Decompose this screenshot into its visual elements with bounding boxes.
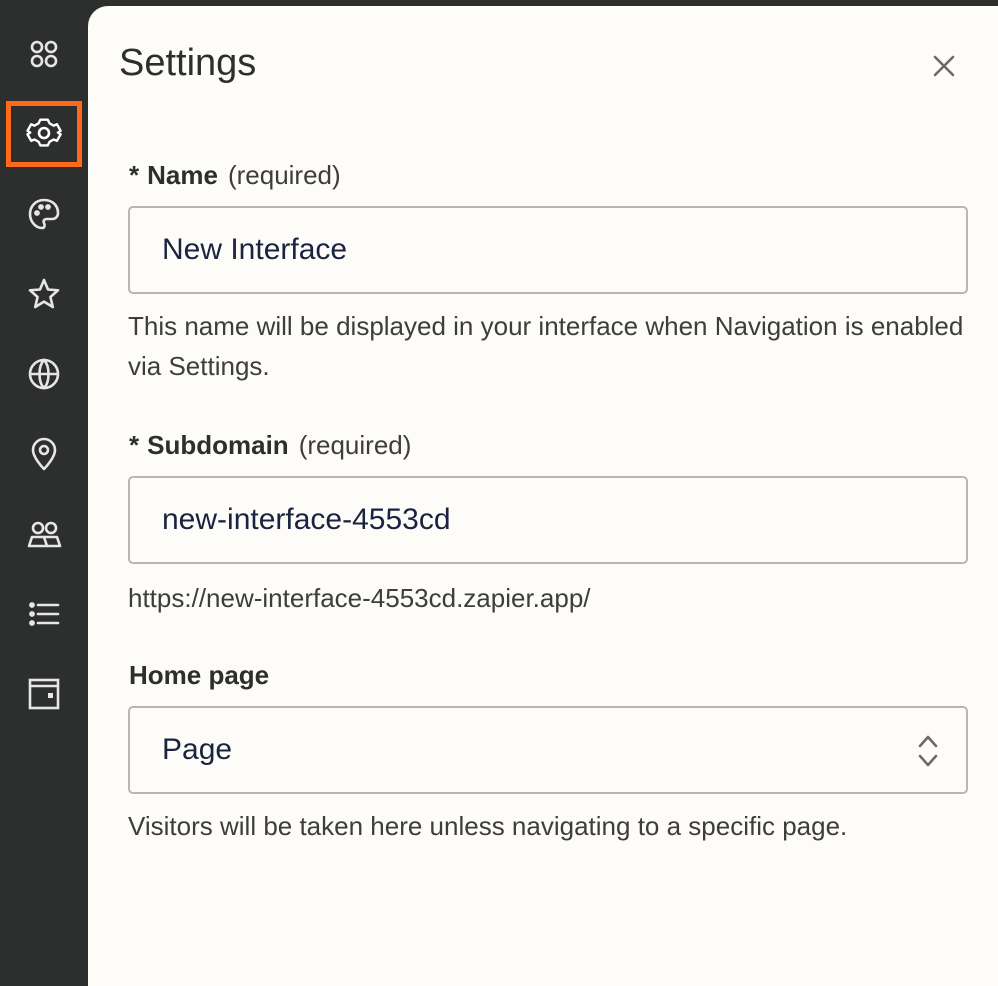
apps-icon [30, 40, 58, 68]
sidebar-item-layout[interactable] [6, 661, 82, 727]
name-label: * Name (required) [129, 160, 341, 191]
subdomain-label: * Subdomain (required) [129, 430, 411, 461]
close-button[interactable] [926, 48, 962, 84]
list-icon [29, 602, 60, 626]
home-page-help-text: Visitors will be taken here unless navig… [128, 811, 848, 841]
sidebar-item-list[interactable] [6, 581, 82, 647]
palette-icon [28, 198, 60, 230]
required-text: (required) [298, 430, 412, 460]
subdomain-input-value: new-interface-4553cd [162, 503, 451, 536]
home-page-select[interactable]: Page [128, 706, 968, 794]
sidebar-item-users[interactable] [6, 501, 82, 567]
gear-icon [26, 118, 62, 147]
sidebar [0, 0, 88, 960]
name-input[interactable]: New Interface [128, 206, 968, 294]
users-icon [27, 521, 62, 548]
sidebar-item-apps[interactable] [6, 21, 82, 87]
location-pin-icon [31, 437, 57, 471]
subdomain-input[interactable]: new-interface-4553cd [128, 476, 968, 564]
required-asterisk: * [129, 160, 140, 190]
chevron-up-down-icon [918, 735, 938, 767]
home-page-label: Home page [129, 660, 269, 691]
settings-panel: Settings * Name (required) New Interface T… [88, 6, 998, 986]
close-icon [933, 55, 955, 77]
globe-icon [28, 358, 60, 390]
subdomain-url: https://new-interface-4553cd.zapier.app/ [128, 583, 591, 613]
star-icon [28, 278, 60, 309]
home-page-selected-value: Page [162, 733, 233, 766]
sidebar-item-favorites[interactable] [6, 261, 82, 327]
sidebar-item-settings[interactable] [6, 101, 82, 167]
required-asterisk: * [129, 430, 140, 460]
sidebar-item-domain[interactable] [6, 341, 82, 407]
required-text: (required) [227, 160, 341, 190]
subdomain-label-text: Subdomain [147, 430, 289, 460]
sidebar-item-theme[interactable] [6, 181, 82, 247]
page-title: Settings [119, 42, 257, 84]
name-help-text: This name will be displayed in your inte… [128, 311, 964, 381]
sidebar-item-location[interactable] [6, 421, 82, 487]
layout-icon [28, 678, 60, 710]
name-label-text: Name [147, 160, 218, 190]
name-input-value: New Interface [162, 233, 348, 266]
home-page-label-text: Home page [129, 660, 270, 690]
